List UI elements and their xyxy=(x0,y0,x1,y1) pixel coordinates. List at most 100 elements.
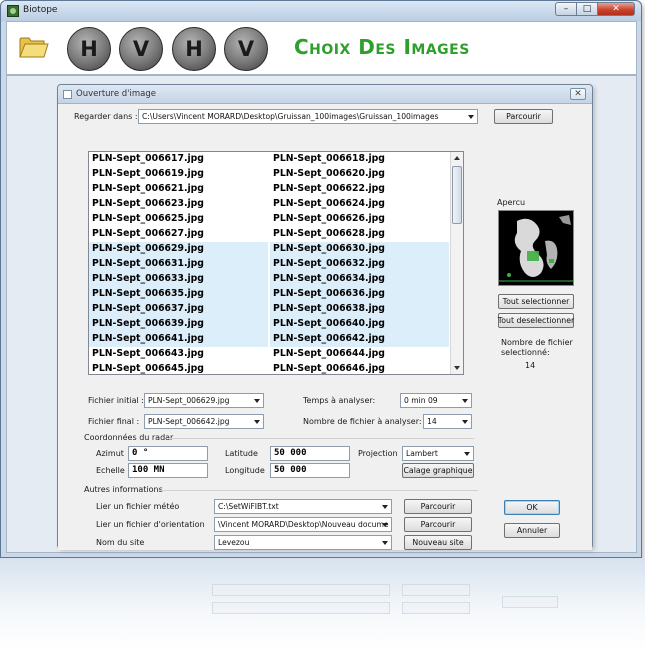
file-item[interactable]: PLN-Sept_006641.jpg xyxy=(89,332,268,347)
file-count-select[interactable]: 14 xyxy=(423,414,472,429)
other-info-group-divider xyxy=(158,490,478,491)
new-site-button[interactable]: Nouveau site xyxy=(404,535,472,550)
maximize-button[interactable]: □ xyxy=(576,2,597,16)
vertical-view-button-1[interactable]: V xyxy=(119,27,163,71)
file-item[interactable]: PLN-Sept_006626.jpg xyxy=(270,212,449,227)
reflection-shape xyxy=(502,596,558,608)
azimut-field[interactable]: 0 ° xyxy=(128,446,208,461)
projection-label: Projection xyxy=(358,449,398,458)
file-item[interactable]: PLN-Sept_006624.jpg xyxy=(270,197,449,212)
initial-file-select[interactable]: PLN-Sept_006629.jpg xyxy=(144,393,264,408)
window-controls: – □ ✕ xyxy=(555,2,635,16)
cancel-button[interactable]: Annuler xyxy=(504,523,560,538)
horizontal-view-button-1[interactable]: H xyxy=(67,27,111,71)
file-item[interactable]: PLN-Sept_006621.jpg xyxy=(89,182,268,197)
file-item[interactable]: PLN-Sept_006636.jpg xyxy=(270,287,449,302)
chevron-down-icon xyxy=(382,541,388,545)
chevron-down-icon xyxy=(254,399,260,403)
file-item[interactable]: PLN-Sept_006637.jpg xyxy=(89,302,268,317)
file-item[interactable]: PLN-Sept_006633.jpg xyxy=(89,272,268,287)
file-row: PLN-Sept_006627.jpg PLN-Sept_006628.jpg xyxy=(89,227,451,242)
file-item[interactable]: PLN-Sept_006632.jpg xyxy=(270,257,449,272)
echelle-field[interactable]: 100 MN xyxy=(128,463,208,478)
calage-graphique-button[interactable]: Calage graphique xyxy=(402,463,474,478)
file-item[interactable]: PLN-Sept_006640.jpg xyxy=(270,317,449,332)
file-item[interactable]: PLN-Sept_006628.jpg xyxy=(270,227,449,242)
orientation-file-select[interactable]: \Vincent MORARD\Desktop\Nouveau docume xyxy=(214,517,392,532)
file-item[interactable]: PLN-Sept_006630.jpg xyxy=(270,242,449,257)
look-in-label: Regarder dans : xyxy=(74,112,138,121)
meteo-file-select[interactable]: C:\SetWiFIBT.txt xyxy=(214,499,392,514)
app-titlebar[interactable]: Biotope – □ ✕ xyxy=(1,1,641,21)
vertical-view-button-2[interactable]: V xyxy=(224,27,268,71)
dialog-close-button[interactable]: ✕ xyxy=(570,88,586,100)
scroll-up-icon[interactable] xyxy=(454,156,460,160)
site-name-label: Nom du site xyxy=(96,538,145,547)
chevron-down-icon xyxy=(462,420,468,424)
browse-orientation-button[interactable]: Parcourir xyxy=(404,517,472,532)
file-item[interactable]: PLN-Sept_006639.jpg xyxy=(89,317,268,332)
final-file-label: Fichier final : xyxy=(88,417,140,426)
horizontal-view-button-2[interactable]: H xyxy=(172,27,216,71)
file-row: PLN-Sept_006619.jpg PLN-Sept_006620.jpg xyxy=(89,167,451,182)
file-list-scrollbar[interactable] xyxy=(450,152,463,374)
file-item[interactable]: PLN-Sept_006625.jpg xyxy=(89,212,268,227)
file-item[interactable]: PLN-Sept_006642.jpg xyxy=(270,332,449,347)
file-count-label: Nombre de fichier à analyser: xyxy=(303,417,422,426)
file-item[interactable]: PLN-Sept_006634.jpg xyxy=(270,272,449,287)
meteo-file-label: Lier un fichier météo xyxy=(96,502,180,511)
look-in-select[interactable]: C:\Users\Vincent MORARD\Desktop\Gruissan… xyxy=(138,109,478,124)
page-title: Choix Des Images xyxy=(294,35,470,59)
file-item[interactable]: PLN-Sept_006619.jpg xyxy=(89,167,268,182)
file-item[interactable]: PLN-Sept_006643.jpg xyxy=(89,347,268,362)
browse-folder-button[interactable]: Parcourir xyxy=(494,109,553,124)
site-name-select[interactable]: Levezou xyxy=(214,535,392,550)
final-file-select[interactable]: PLN-Sept_006642.jpg xyxy=(144,414,264,429)
dialog-titlebar[interactable]: Ouverture d'image ✕ xyxy=(58,85,592,104)
preview-label: Apercu xyxy=(497,198,526,207)
file-item[interactable]: PLN-Sept_006646.jpg xyxy=(270,362,449,374)
file-row: PLN-Sept_006645.jpg PLN-Sept_006646.jpg xyxy=(89,362,451,374)
longitude-field[interactable]: 50 000 xyxy=(270,463,350,478)
chevron-down-icon xyxy=(254,420,260,424)
deselect-all-button[interactable]: Tout deselectionner xyxy=(498,313,574,328)
browse-meteo-button[interactable]: Parcourir xyxy=(404,499,472,514)
close-button[interactable]: ✕ xyxy=(597,2,635,16)
file-item[interactable]: PLN-Sept_006618.jpg xyxy=(270,152,449,167)
time-select[interactable]: 0 min 09 xyxy=(400,393,472,408)
folder-icon[interactable] xyxy=(19,33,49,59)
file-item[interactable]: PLN-Sept_006622.jpg xyxy=(270,182,449,197)
file-row: PLN-Sept_006633.jpg PLN-Sept_006634.jpg xyxy=(89,272,451,287)
initial-file-value: PLN-Sept_006629.jpg xyxy=(148,396,230,405)
file-row: PLN-Sept_006623.jpg PLN-Sept_006624.jpg xyxy=(89,197,451,212)
window-reflection xyxy=(0,558,645,672)
ok-button[interactable]: OK xyxy=(504,500,560,515)
minimize-button[interactable]: – xyxy=(555,2,576,16)
select-all-button[interactable]: Tout selectionner xyxy=(498,294,574,309)
reflection-shape xyxy=(402,584,470,596)
latitude-field[interactable]: 50 000 xyxy=(270,446,350,461)
file-item[interactable]: PLN-Sept_006635.jpg xyxy=(89,287,268,302)
file-item[interactable]: PLN-Sept_006644.jpg xyxy=(270,347,449,362)
final-file-value: PLN-Sept_006642.jpg xyxy=(148,417,230,426)
file-item[interactable]: PLN-Sept_006638.jpg xyxy=(270,302,449,317)
projection-select[interactable]: Lambert xyxy=(402,446,474,461)
file-item[interactable]: PLN-Sept_006623.jpg xyxy=(89,197,268,212)
file-item[interactable]: PLN-Sept_006645.jpg xyxy=(89,362,268,374)
file-row: PLN-Sept_006641.jpg PLN-Sept_006642.jpg xyxy=(89,332,451,347)
reflection-shape xyxy=(402,602,470,614)
scroll-down-icon[interactable] xyxy=(454,366,460,370)
file-item[interactable]: PLN-Sept_006631.jpg xyxy=(89,257,268,272)
open-image-dialog: Ouverture d'image ✕ Regarder dans : C:\U… xyxy=(57,84,593,550)
app-title: Biotope xyxy=(23,5,58,15)
file-item[interactable]: PLN-Sept_006627.jpg xyxy=(89,227,268,242)
file-grid: PLN-Sept_006617.jpg PLN-Sept_006618.jpg PL… xyxy=(89,152,451,374)
scroll-thumb[interactable] xyxy=(452,166,462,224)
file-item[interactable]: PLN-Sept_006620.jpg xyxy=(270,167,449,182)
file-list[interactable]: PLN-Sept_006617.jpg PLN-Sept_006618.jpg PL… xyxy=(88,151,464,375)
file-item[interactable]: PLN-Sept_006617.jpg xyxy=(89,152,268,167)
file-item[interactable]: PLN-Sept_006629.jpg xyxy=(89,242,268,257)
orientation-file-label: Lier un fichier d'orientation xyxy=(96,520,205,529)
initial-file-label: Fichier initial : xyxy=(88,396,144,405)
selected-count-value: 14 xyxy=(525,361,536,370)
